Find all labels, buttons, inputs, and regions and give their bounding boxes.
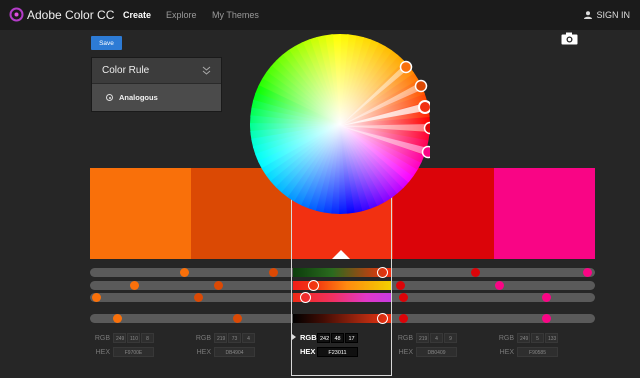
sign-in-label: SIGN IN	[596, 10, 630, 20]
rgb-row: RGB 249 110 8	[90, 333, 155, 343]
top-bar: Adobe Color CC Create Explore My Themes …	[0, 0, 640, 30]
hex-value-field[interactable]: DB4904	[214, 347, 255, 357]
color-swatch-5[interactable]	[494, 168, 595, 259]
rgb-row: RGB 249 5 133	[494, 333, 559, 343]
color-wheel[interactable]	[250, 34, 430, 214]
slider-knob[interactable]	[193, 293, 203, 302]
save-button[interactable]: Save	[91, 36, 122, 50]
rgb-label: RGB	[498, 335, 514, 342]
rgb-value-field[interactable]: 133	[545, 333, 558, 343]
play-icon[interactable]	[292, 334, 296, 340]
rgb-value-field[interactable]: 242	[317, 333, 330, 343]
wheel-handle[interactable]	[414, 79, 428, 93]
slider-knob[interactable]	[91, 293, 101, 302]
nav-explore[interactable]: Explore	[166, 10, 197, 20]
hex-value-field[interactable]: F90585	[517, 347, 558, 357]
slider-knob[interactable]	[395, 281, 405, 290]
slider-knob[interactable]	[541, 293, 551, 302]
hex-label: HEX	[196, 349, 211, 356]
color-rule-panel: Color Rule Analogous	[91, 57, 222, 112]
rgb-value-field[interactable]: 219	[416, 333, 429, 343]
wheel-handle[interactable]	[399, 60, 413, 74]
wheel-handle[interactable]	[418, 100, 430, 114]
color-rule-title: Color Rule	[102, 65, 150, 76]
rule-option-analogous[interactable]: Analogous	[106, 93, 158, 102]
rgb-value-field[interactable]: 4	[430, 333, 443, 343]
rgb-value-field[interactable]: 249	[113, 333, 126, 343]
wheel-handle[interactable]	[423, 121, 431, 135]
rgb-row: RGB 219 73 4	[191, 333, 256, 343]
chevron-down-icon[interactable]	[202, 66, 211, 75]
color-rule-header[interactable]: Color Rule	[92, 58, 221, 84]
slider-knob[interactable]	[470, 268, 480, 277]
rgb-label: RGB	[300, 333, 317, 342]
rgb-label: RGB	[195, 335, 211, 342]
rgb-value-field[interactable]: 5	[531, 333, 544, 343]
hex-row: HEX DB4904	[191, 347, 256, 357]
hex-value-field[interactable]: DB0409	[416, 347, 457, 357]
hex-row: HEX F23011	[300, 347, 359, 357]
nav-create[interactable]: Create	[123, 10, 151, 20]
wheel-handle[interactable]	[421, 145, 431, 159]
hex-label: HEX	[499, 349, 514, 356]
rgb-value-field[interactable]: 48	[331, 333, 344, 343]
color-swatch-1[interactable]	[90, 168, 191, 259]
camera-icon[interactable]	[561, 32, 578, 45]
rgb-value-field[interactable]: 73	[228, 333, 241, 343]
nav-my-themes[interactable]: My Themes	[212, 10, 259, 20]
rgb-row: RGB 219 4 9	[393, 333, 458, 343]
rgb-label: RGB	[94, 335, 110, 342]
radio-icon	[106, 94, 113, 101]
slider-knob[interactable]	[495, 281, 505, 290]
rgb-row: RGB 242 48 17	[292, 333, 359, 343]
rgb-value-field[interactable]: 8	[141, 333, 154, 343]
user-icon	[584, 11, 593, 19]
rgb-value-field[interactable]: 110	[127, 333, 140, 343]
hex-value-field[interactable]: F23011	[317, 347, 358, 357]
hex-label: HEX	[300, 347, 316, 356]
rule-option-label: Analogous	[119, 93, 158, 102]
hex-row: HEX F9700E	[90, 347, 155, 357]
hex-label: HEX	[95, 349, 110, 356]
hex-row: HEX DB0409	[393, 347, 458, 357]
hex-row: HEX F90585	[494, 347, 559, 357]
rgb-value-field[interactable]: 219	[214, 333, 227, 343]
rgb-label: RGB	[397, 335, 413, 342]
app-title[interactable]: Adobe Color CC	[27, 8, 114, 22]
hex-value-field[interactable]: F9700E	[113, 347, 154, 357]
rgb-value-field[interactable]: 4	[242, 333, 255, 343]
rgb-value-field[interactable]: 249	[517, 333, 530, 343]
hex-label: HEX	[398, 349, 413, 356]
adobe-color-logo-icon[interactable]	[9, 7, 24, 22]
sign-in-link[interactable]: SIGN IN	[584, 10, 630, 20]
slider-knob[interactable]	[541, 314, 551, 323]
rgb-value-field[interactable]: 9	[444, 333, 457, 343]
rgb-value-field[interactable]: 17	[345, 333, 358, 343]
